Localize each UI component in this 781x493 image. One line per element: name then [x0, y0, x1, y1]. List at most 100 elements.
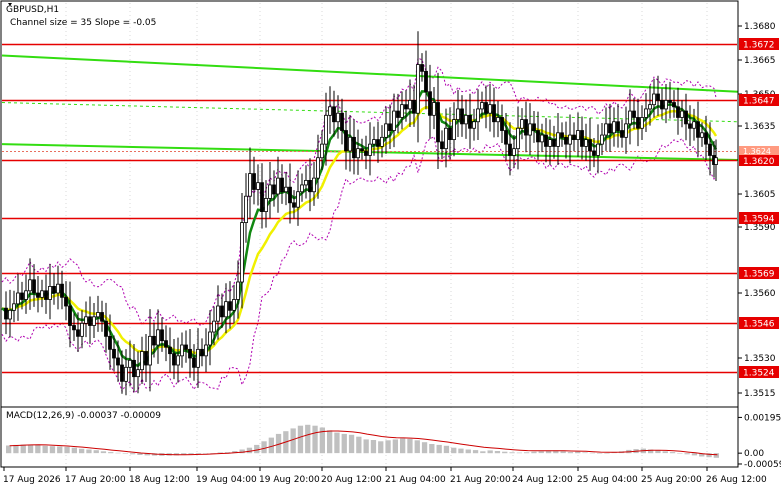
macd-histogram-bar [35, 445, 41, 454]
macd-histogram-bar [451, 447, 457, 454]
candle-body [472, 121, 476, 129]
candle-body [332, 106, 336, 123]
lower-band-line [1, 135, 717, 394]
candle-body [152, 335, 156, 346]
candle-body [316, 157, 320, 179]
macd-histogram-bar [370, 440, 377, 454]
candle-body [616, 121, 620, 131]
candle-body [714, 157, 718, 165]
candle-body [400, 104, 404, 118]
candle-body [552, 139, 556, 147]
chart-canvas: 1.36801.36651.36501.36351.36051.35901.35… [0, 0, 781, 485]
candle-body [592, 150, 596, 156]
level-tag-label: 1.3620 [743, 157, 775, 167]
macd-histogram-bar [115, 452, 121, 454]
candle-body [560, 132, 564, 138]
candle-body [700, 132, 704, 138]
level-tag-label: 1.3524 [743, 369, 775, 379]
candle-body [556, 132, 560, 147]
macd-histogram-bar [516, 452, 522, 454]
candle-body [272, 184, 276, 195]
time-axis: 17 Aug 2026 17 Aug 20:00 18 Aug 12:00 19 Au… [3, 467, 767, 485]
macd-histogram-bar [79, 448, 85, 454]
level-tag-label: 1.3569 [743, 270, 775, 280]
price-tick-label: 1.3680 [744, 22, 776, 32]
candle-body [68, 305, 72, 326]
candle-body [192, 357, 196, 368]
candle-body [292, 202, 296, 208]
candle-body [396, 110, 400, 118]
candle-body [652, 93, 656, 106]
candle-body [388, 123, 392, 131]
candle-body [104, 320, 108, 337]
candle-body [612, 121, 616, 134]
candle-body [432, 102, 436, 116]
candle-body [116, 357, 120, 366]
macd-histogram-bar [662, 451, 668, 454]
macd-histogram-bar [407, 438, 413, 454]
macd-histogram-bar [13, 444, 19, 454]
candle-body [672, 102, 676, 108]
time-label: 21 Aug 20:00 [450, 475, 511, 485]
candle-body [80, 322, 84, 337]
time-label: 19 Aug 20:00 [259, 475, 320, 485]
macd-histogram-bar [502, 451, 508, 454]
candle-body [260, 182, 264, 213]
price-tick-label: 1.3605 [744, 190, 776, 200]
candle-body [52, 285, 56, 294]
macd-histogram-bar [597, 453, 603, 454]
candle-body [232, 299, 236, 311]
candle-body [96, 312, 100, 318]
candle-body [12, 303, 16, 311]
candle-body [268, 184, 272, 199]
candle-body [608, 123, 612, 134]
macd-histogram-bar [713, 453, 719, 458]
macd-histogram-bar [669, 452, 676, 454]
candle-body [252, 173, 256, 190]
candle-body [584, 139, 588, 147]
macd-histogram-bar [494, 451, 501, 454]
macd-histogram-bar [327, 430, 333, 454]
macd-histogram-bar [100, 451, 107, 454]
time-label: 19 Aug 04:00 [196, 475, 257, 485]
candle-body [92, 316, 96, 326]
macd-histogram-bar [560, 451, 566, 454]
candle-body [372, 139, 376, 145]
macd-histogram-bar [130, 453, 136, 455]
candle-body [324, 114, 328, 145]
candle-body [580, 130, 584, 147]
candle-body [620, 130, 624, 138]
time-label: 26 Aug 12:00 [706, 475, 767, 485]
candle-body [276, 177, 280, 195]
candle-body [236, 281, 240, 300]
candle-body [308, 179, 312, 193]
macd-histogram-bar [421, 442, 428, 454]
candle-body [264, 197, 268, 212]
candle-body [628, 110, 632, 125]
macd-histogram-bar [392, 439, 398, 454]
candle-body [680, 110, 684, 118]
candle-body [548, 139, 552, 147]
candle-body [48, 285, 52, 300]
candle-body [412, 100, 416, 114]
candle-body [88, 316, 92, 326]
macd-histogram-bar [465, 449, 471, 454]
candle-body [636, 117, 640, 129]
candle-body [204, 344, 208, 357]
candle-body [492, 104, 496, 123]
candle-body [240, 222, 244, 283]
candle-body [40, 290, 44, 298]
candle-body [220, 305, 224, 318]
macd-histogram-bar [487, 450, 493, 454]
candle-body [488, 104, 492, 114]
candle-body [656, 93, 660, 101]
candle-body [420, 64, 424, 72]
candle-body [536, 130, 540, 143]
macd-histogram-bar [71, 447, 77, 454]
grid-layer [65, 3, 708, 466]
candle-body [600, 134, 604, 145]
candle-body [72, 325, 76, 331]
candle-body [184, 344, 188, 350]
candle-body [392, 110, 396, 131]
candle-body [640, 117, 644, 129]
